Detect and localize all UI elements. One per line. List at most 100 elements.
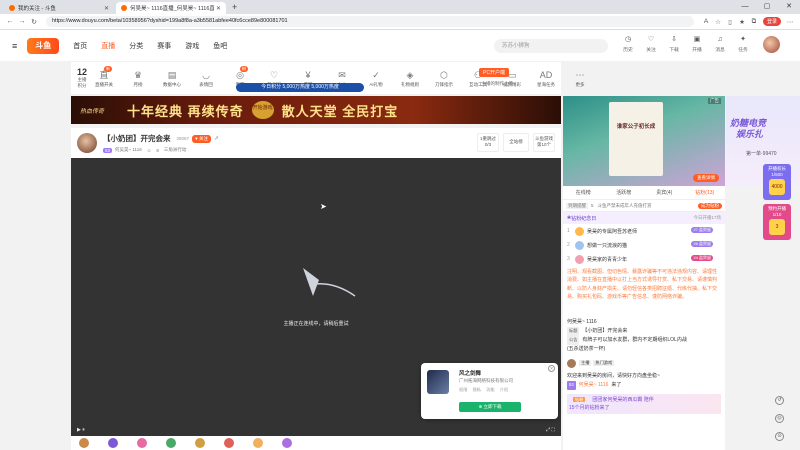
rank-row[interactable]: 1 吴昊的专属阿吾苏老师 27 盈贺留: [563, 224, 725, 238]
nav-games[interactable]: 游戏: [185, 41, 199, 51]
collections-icon[interactable]: ⧉: [748, 18, 760, 26]
tab-vip[interactable]: 贵宾(4): [644, 189, 685, 196]
url-input[interactable]: https://www.douyu.com/beta/10358956?dysh…: [46, 16, 694, 27]
more-icon[interactable]: ⋯: [784, 18, 796, 26]
ad-download-button[interactable]: ⊕ 立即下载: [459, 402, 521, 412]
player-controls-left[interactable]: ▶ ⏸: [77, 427, 85, 433]
download-button[interactable]: ⇩ 下载: [666, 34, 682, 53]
fans-icon: ☺: [146, 147, 152, 153]
tool-item[interactable]: ✓ AI礼物: [359, 68, 393, 88]
split-icon[interactable]: ▯: [724, 18, 736, 26]
user-avatar[interactable]: [763, 36, 780, 53]
share-icon[interactable]: ⇗: [214, 135, 219, 142]
close-window-icon[interactable]: ✕: [778, 0, 800, 14]
browser-tab-live[interactable]: 何吴昊~ 1116直播_何吴昊~ 1116直播_斗... ✕: [116, 2, 226, 14]
tool-icon: ¥: [305, 70, 311, 80]
chat-line: 公告 有牌子可以加水友群，群内不定期组织LOL内战: [567, 336, 721, 345]
tool-label: 更多: [575, 82, 585, 87]
ad-tag[interactable]: 功能: [486, 387, 494, 392]
minimize-icon[interactable]: —: [734, 0, 756, 14]
menu-icon[interactable]: ≡: [12, 41, 17, 51]
gift-item-icon[interactable]: [79, 438, 89, 448]
login-button[interactable]: 登录: [762, 17, 781, 26]
tool-item[interactable]: ⬡ 刀锋指示: [427, 68, 461, 88]
gift-item-icon[interactable]: [253, 438, 263, 448]
tool-item[interactable]: ⋯ 更多: [563, 68, 597, 88]
category-link[interactable]: 三角洲行动: [164, 147, 187, 153]
tool-item[interactable]: AD 星海任务: [529, 68, 563, 88]
tool-item[interactable]: ◡ 表情回: [189, 68, 223, 88]
forward-icon[interactable]: →: [16, 18, 28, 25]
refresh-icon[interactable]: ↺: [775, 396, 784, 405]
follow-button[interactable]: ♡ 关注: [643, 34, 659, 53]
messages-button[interactable]: ♫ 消息: [712, 34, 728, 53]
rank-name: 吴昊家的青青少年: [587, 256, 628, 263]
tool-item[interactable]: ♛ 月榜: [121, 68, 155, 88]
follow-button[interactable]: ♥ 关注: [192, 134, 211, 143]
tab-active[interactable]: 活跃榜: [604, 189, 645, 196]
gift-item-icon[interactable]: [108, 438, 118, 448]
settings-icon[interactable]: ⊙: [775, 432, 784, 441]
gift-item-icon[interactable]: [224, 438, 234, 448]
nav-yuba[interactable]: 鱼吧: [213, 41, 227, 51]
join-user[interactable]: 何吴昊~ 1116: [579, 381, 609, 389]
favorites-icon[interactable]: ★: [736, 18, 748, 26]
ad-tag[interactable]: 权限: [459, 387, 467, 392]
translate-icon[interactable]: A: [700, 18, 712, 25]
reload-icon[interactable]: ↻: [28, 18, 40, 26]
douyu-game-button[interactable]: 斗鱼游戏 第10个: [533, 133, 555, 152]
ad-detail-button[interactable]: 查看详情: [693, 174, 719, 182]
nav-live[interactable]: 直播: [101, 41, 115, 51]
rail-card-reserve[interactable]: 预约开播 1/10 3: [763, 204, 791, 240]
browser-tab-follow[interactable]: 我的关注 - 斗鱼 ✕: [4, 2, 114, 14]
back-icon[interactable]: ←: [4, 18, 16, 25]
ad-tag[interactable]: 介绍: [500, 387, 508, 392]
pc-client-button[interactable]: PC开户端: [479, 68, 509, 77]
chat-user[interactable]: 何吴昊~ 1116: [567, 318, 597, 326]
rank-row[interactable]: 2 想做一只流浪的猫 26 盈贺留: [563, 238, 725, 252]
chat-tag: 标题: [567, 327, 580, 336]
site-rank-button[interactable]: 全站榜: [503, 133, 529, 152]
player-controls-right[interactable]: ⤢ ⛶: [546, 427, 555, 433]
site-header: ≡ 斗鱼 首页 直播 分类 赛事 游戏 鱼吧 苏苏小狮狗 ◷ 历史 ♡ 关注 ⇩ 下载…: [0, 30, 800, 61]
game-banner-ad[interactable]: 热血传奇 十年经典 再续传奇 开始游戏 散人天堂 全民打宝: [71, 96, 561, 124]
new-tab-icon[interactable]: +: [228, 2, 241, 14]
tool-item[interactable]: ▤ 数据中心: [155, 68, 189, 88]
close-icon[interactable]: ✕: [548, 365, 555, 372]
maximize-icon[interactable]: ▢: [756, 0, 778, 14]
host-avatar[interactable]: [77, 133, 97, 153]
nav-home[interactable]: 首页: [73, 41, 87, 51]
target-icon[interactable]: ◎: [775, 414, 784, 423]
anchor-level[interactable]: 12 主播积分: [77, 67, 87, 89]
side-ad-poster: 谁家公子初长成: [609, 102, 663, 176]
ad-tag[interactable]: 隐私: [473, 387, 481, 392]
nav-esports[interactable]: 赛事: [157, 41, 171, 51]
tool-item[interactable]: ◈ 礼物规则: [393, 68, 427, 88]
window-controls: — ▢ ✕: [734, 0, 800, 14]
tool-item[interactable]: 直直播开关新: [87, 66, 121, 88]
tab-diamond-fans[interactable]: 钻粉(13): [685, 189, 726, 196]
nav-category[interactable]: 分类: [129, 41, 143, 51]
join-line: 53 何吴昊~ 1116 来了: [567, 381, 721, 390]
side-video-ad[interactable]: 谁家公子初长成 广告 查看详情: [563, 96, 725, 186]
skip-button[interactable]: 1重跳过 0/3: [477, 133, 499, 152]
tasks-button[interactable]: ✦ 任务: [735, 34, 751, 53]
gift-bar: [71, 436, 561, 450]
tab-online[interactable]: 在线榜: [563, 189, 604, 196]
close-icon[interactable]: ✕: [216, 5, 221, 12]
rail-card-broadcast-level[interactable]: 开播权长 1/500 4000: [763, 164, 791, 200]
search-input[interactable]: 苏苏小狮狗: [494, 39, 608, 53]
gift-item-icon[interactable]: [282, 438, 292, 448]
host-name[interactable]: 何吴昊~ 1116: [115, 147, 142, 153]
gift-item-icon[interactable]: [195, 438, 205, 448]
gift-item-icon[interactable]: [166, 438, 176, 448]
star-icon[interactable]: ☆: [712, 18, 724, 26]
become-fan-button[interactable]: 成为钻粉: [698, 202, 722, 209]
rank-row[interactable]: 3 吴昊家的青青少年 24 盈贺留: [563, 252, 725, 266]
tool-icon: ♡: [269, 70, 279, 80]
douyu-logo[interactable]: 斗鱼: [27, 37, 60, 54]
history-button[interactable]: ◷ 历史: [620, 34, 636, 53]
broadcast-button[interactable]: ▣ 开播: [689, 34, 705, 53]
gift-item-icon[interactable]: [137, 438, 147, 448]
close-icon[interactable]: ✕: [104, 5, 109, 12]
